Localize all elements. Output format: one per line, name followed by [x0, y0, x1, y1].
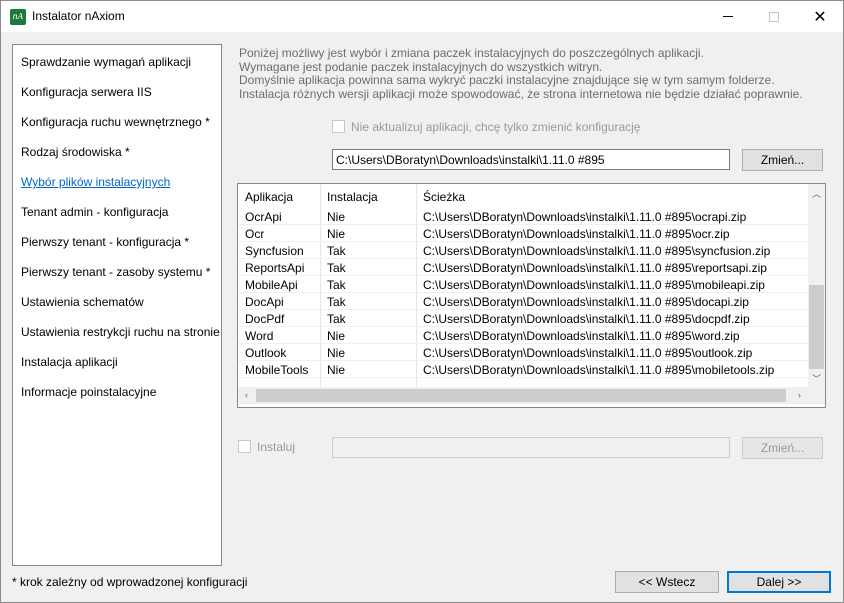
maximize-icon: [769, 11, 779, 22]
cell-install: Tak: [327, 295, 346, 309]
table-row[interactable]: DocApi Tak C:\Users\DBoratyn\Downloads\i…: [238, 293, 808, 310]
cell-path: C:\Users\DBoratyn\Downloads\instalki\1.1…: [423, 312, 750, 326]
table-row[interactable]: OcrApi Nie C:\Users\DBoratyn\Downloads\i…: [238, 208, 808, 225]
no-update-label: Nie aktualizuj aplikacji, chcę tylko zmi…: [351, 120, 641, 134]
cell-install: Nie: [327, 363, 346, 377]
cell-app: Word: [245, 329, 274, 343]
minimize-button[interactable]: [705, 1, 751, 32]
cell-path: C:\Users\DBoratyn\Downloads\instalki\1.1…: [423, 295, 749, 309]
scrollbar-corner: [808, 387, 825, 404]
cell-app: DocPdf: [245, 312, 285, 326]
sidebar-item-first-tenant-config[interactable]: Pierwszy tenant - konfiguracja *: [21, 235, 189, 249]
cell-app: OcrApi: [245, 210, 282, 224]
table-row[interactable]: MobileTools Nie C:\Users\DBoratyn\Downlo…: [238, 361, 808, 378]
horizontal-scroll-thumb[interactable]: [256, 389, 786, 402]
package-path-input[interactable]: C:\Users\DBoratyn\Downloads\instalki\1.1…: [332, 149, 730, 170]
cell-app: Outlook: [245, 346, 287, 360]
info-line: Instalacja różnych wersji aplikacji może…: [239, 86, 803, 101]
horizontal-scrollbar[interactable]: ‹ ›: [238, 387, 808, 404]
close-icon: ✕: [813, 6, 827, 26]
close-button[interactable]: ✕: [797, 1, 843, 32]
table-row[interactable]: Word Nie C:\Users\DBoratyn\Downloads\ins…: [238, 327, 808, 344]
table-row[interactable]: Syncfusion Tak C:\Users\DBoratyn\Downloa…: [238, 242, 808, 259]
cell-path: C:\Users\DBoratyn\Downloads\instalki\1.1…: [423, 261, 767, 275]
sidebar-item-tenant-admin[interactable]: Tenant admin - konfiguracja: [21, 205, 168, 219]
sidebar-item-iis[interactable]: Konfiguracja serwera IIS: [21, 85, 152, 99]
next-button[interactable]: Dalej >>: [727, 571, 831, 593]
maximize-button: [751, 1, 797, 32]
sidebar-item-traffic-restrictions[interactable]: Ustawienia restrykcji ruchu na stronie: [21, 325, 220, 339]
info-text: Poniżej możliwy jest wybór i zmiana pacz…: [239, 46, 803, 101]
info-line: Wymagane jest podanie paczek instalacyjn…: [239, 59, 603, 74]
steps-sidebar: Sprawdzanie wymagań aplikacji Konfigurac…: [12, 44, 222, 566]
table-row[interactable]: Ocr Nie C:\Users\DBoratyn\Downloads\inst…: [238, 225, 808, 242]
sidebar-item-internal-traffic[interactable]: Konfiguracja ruchu wewnętrznego *: [21, 115, 210, 129]
info-line: Poniżej możliwy jest wybór i zmiana pacz…: [239, 46, 704, 60]
sidebar-item-schemas[interactable]: Ustawienia schematów: [21, 295, 144, 309]
cell-app: Syncfusion: [245, 244, 304, 258]
install-label: Instaluj: [257, 440, 296, 454]
table-row[interactable]: DocPdf Tak C:\Users\DBoratyn\Downloads\i…: [238, 310, 808, 327]
cell-install: Tak: [327, 261, 346, 275]
footnote: * krok zależny od wprowadzonej konfigura…: [12, 575, 248, 589]
minimize-icon: [723, 16, 733, 17]
scroll-up-icon[interactable]: ︿: [808, 187, 825, 200]
change-path-button[interactable]: Zmień...: [742, 149, 823, 171]
scroll-right-icon[interactable]: ›: [791, 390, 808, 400]
cell-path: C:\Users\DBoratyn\Downloads\instalki\1.1…: [423, 329, 740, 343]
header-installation[interactable]: Instalacja: [327, 190, 378, 204]
title-bar: nA Instalator nAxiom ✕: [1, 1, 843, 32]
cell-install: Tak: [327, 244, 346, 258]
sidebar-item-post-install[interactable]: Informacje poinstalacyjne: [21, 385, 156, 399]
cell-install: Tak: [327, 312, 346, 326]
sidebar-item-app-install[interactable]: Instalacja aplikacji: [21, 355, 118, 369]
header-application[interactable]: Aplikacja: [245, 190, 293, 204]
cell-app: MobileApi: [245, 278, 298, 292]
table-row[interactable]: Outlook Nie C:\Users\DBoratyn\Downloads\…: [238, 344, 808, 361]
cell-app: Ocr: [245, 227, 265, 241]
scroll-down-icon[interactable]: ﹀: [808, 372, 825, 385]
cell-install: Tak: [327, 278, 346, 292]
scroll-left-icon[interactable]: ‹: [238, 390, 255, 400]
cell-path: C:\Users\DBoratyn\Downloads\instalki\1.1…: [423, 227, 730, 241]
install-path-input[interactable]: [332, 437, 730, 458]
sidebar-item-requirements[interactable]: Sprawdzanie wymagań aplikacji: [21, 55, 191, 69]
info-line: Domyślnie aplikacja powinna sama wykryć …: [239, 73, 775, 87]
install-checkbox[interactable]: [238, 440, 251, 453]
header-path[interactable]: Ścieżka: [423, 190, 465, 204]
cell-path: C:\Users\DBoratyn\Downloads\instalki\1.1…: [423, 210, 747, 224]
cell-install: Nie: [327, 346, 346, 360]
sidebar-item-environment[interactable]: Rodzaj środowiska *: [21, 145, 130, 159]
vertical-scroll-thumb[interactable]: [809, 285, 824, 369]
back-button[interactable]: << Wstecz: [615, 571, 719, 593]
install-change-button[interactable]: Zmień...: [742, 437, 823, 459]
installer-window: nA Instalator nAxiom ✕ Sprawdzanie wymag…: [0, 0, 844, 603]
sidebar-item-first-tenant-resources[interactable]: Pierwszy tenant - zasoby systemu *: [21, 265, 210, 279]
table-header: Aplikacja Instalacja Ścieżka: [238, 184, 808, 208]
cell-install: Nie: [327, 329, 346, 343]
cell-app: MobileTools: [245, 363, 309, 377]
cell-path: C:\Users\DBoratyn\Downloads\instalki\1.1…: [423, 278, 765, 292]
cell-path: C:\Users\DBoratyn\Downloads\instalki\1.1…: [423, 346, 753, 360]
cell-path: C:\Users\DBoratyn\Downloads\instalki\1.1…: [423, 363, 775, 377]
vertical-scrollbar[interactable]: ︿ ﹀: [808, 184, 825, 387]
window-title: Instalator nAxiom: [32, 9, 125, 23]
cell-app: ReportsApi: [245, 261, 305, 275]
app-icon: nA: [10, 9, 26, 25]
no-update-checkbox[interactable]: [332, 120, 345, 133]
table-row[interactable]: MobileApi Tak C:\Users\DBoratyn\Download…: [238, 276, 808, 293]
table-row[interactable]: ReportsApi Tak C:\Users\DBoratyn\Downloa…: [238, 259, 808, 276]
sidebar-item-install-files[interactable]: Wybór plików instalacyjnych: [21, 175, 170, 189]
cell-install: Nie: [327, 210, 346, 224]
cell-path: C:\Users\DBoratyn\Downloads\instalki\1.1…: [423, 244, 771, 258]
packages-table: Aplikacja Instalacja Ścieżka OcrApi Nie …: [237, 183, 826, 408]
cell-app: DocApi: [245, 295, 284, 309]
cell-install: Nie: [327, 227, 346, 241]
